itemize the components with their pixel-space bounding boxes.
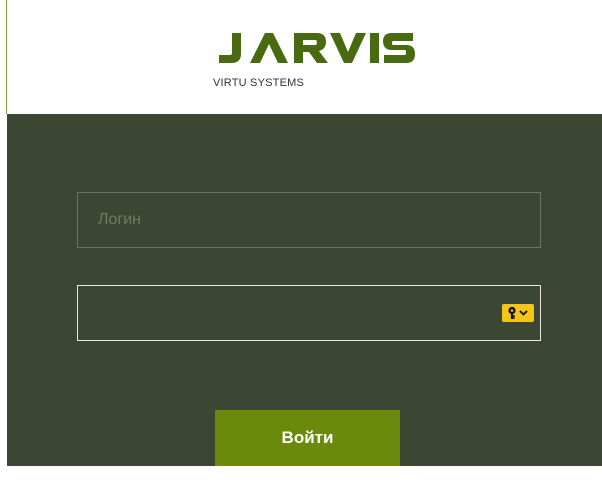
password-input[interactable] [77, 285, 541, 341]
logo-wordmark [219, 33, 415, 63]
brand-header: VIRTU SYSTEMS [7, 0, 602, 114]
logo-subtitle: VIRTU SYSTEMS [213, 77, 305, 89]
key-icon [508, 306, 528, 319]
login-button[interactable]: Войти [215, 410, 400, 466]
jarvis-logo: VIRTU SYSTEMS [213, 32, 433, 92]
login-input[interactable] [77, 192, 541, 248]
bottom-margin [0, 466, 602, 490]
password-manager-button[interactable] [502, 304, 534, 322]
login-window: VIRTU SYSTEMS Войти [0, 0, 602, 490]
